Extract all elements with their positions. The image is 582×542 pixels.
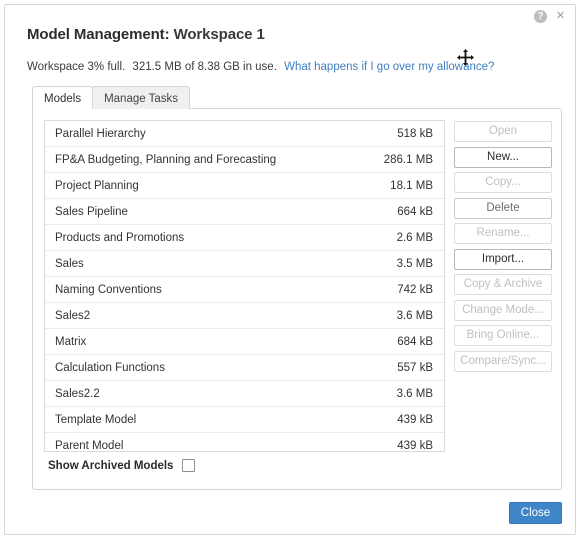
new-button[interactable]: New... [454,146,552,168]
help-icon[interactable]: ? [534,10,547,23]
close-icon[interactable]: × [554,8,567,23]
table-row[interactable]: FP&A Budgeting, Planning and Forecasting… [45,147,444,173]
table-row[interactable]: Sales 3.5 MB [45,251,444,277]
table-row[interactable]: Sales Pipeline 664 kB [45,199,444,225]
table-row[interactable]: Sales2.2 3.6 MB [45,381,444,407]
model-name: Template Model [55,413,137,426]
tab-models[interactable]: Models [32,86,94,110]
import-button[interactable]: Import... [454,248,552,270]
models-tab-panel: Parallel Hierarchy 518 kB FP&A Budgeting… [32,108,562,490]
model-name: Products and Promotions [55,231,185,244]
model-size: 18.1 MB [390,179,433,192]
model-size: 3.6 MB [396,387,433,400]
model-name: Parent Model [55,439,124,452]
model-size: 2.6 MB [396,231,433,244]
window-controls: ? × [534,8,567,23]
model-size: 518 kB [397,127,433,140]
model-name: Calculation Functions [55,361,165,374]
model-actions-panel: Open New... Copy... Delete Rename... Imp… [454,121,552,372]
bring-online-button[interactable]: Bring Online... [454,325,552,346]
model-size: 439 kB [397,413,433,426]
model-management-dialog: ? × Model Management: Workspace 1 Worksp… [4,4,576,535]
compare-sync-button[interactable]: Compare/Sync... [454,350,552,372]
tab-manage-tasks[interactable]: Manage Tasks [92,86,191,109]
model-name: Parallel Hierarchy [55,127,146,140]
usage-size-text: 321.5 MB of 8.38 GB in use. [132,61,277,73]
model-size: 742 kB [397,283,433,296]
model-name: Matrix [55,335,87,348]
tabstrip: Models Manage Tasks [32,86,191,110]
rename-button[interactable]: Rename... [454,223,552,244]
table-row[interactable]: Products and Promotions 2.6 MB [45,225,444,251]
table-row[interactable]: Project Planning 18.1 MB [45,173,444,199]
change-mode-button[interactable]: Change Mode... [454,299,552,321]
open-button[interactable]: Open [454,121,552,142]
model-name: Sales Pipeline [55,205,128,218]
model-name: Sales [55,257,84,270]
model-size: 286.1 MB [383,153,433,166]
show-archived-models-row: Show Archived Models [48,459,196,472]
page-title-workspace: Workspace 1 [173,26,265,43]
copy-button[interactable]: Copy... [454,172,552,193]
model-name: Project Planning [55,179,139,192]
delete-button[interactable]: Delete [454,197,552,219]
model-size: 664 kB [397,205,433,218]
table-row[interactable]: Naming Conventions 742 kB [45,277,444,303]
show-archived-models-checkbox[interactable] [182,459,196,472]
model-list[interactable]: Parallel Hierarchy 518 kB FP&A Budgeting… [44,120,445,452]
show-archived-models-label: Show Archived Models [48,459,174,472]
model-size: 3.5 MB [396,257,433,270]
model-name: FP&A Budgeting, Planning and Forecasting [55,153,277,166]
model-name: Sales2 [55,309,91,322]
table-row[interactable]: Parallel Hierarchy 518 kB [45,121,444,147]
copy-and-archive-button[interactable]: Copy & Archive [454,274,552,295]
table-row[interactable]: Matrix 684 kB [45,329,444,355]
page-title-prefix: Model Management: [27,26,170,43]
close-button[interactable]: Close [509,502,562,524]
model-size: 3.6 MB [396,309,433,322]
table-row[interactable]: Template Model 439 kB [45,407,444,433]
workspace-usage-line: Workspace 3% full. 321.5 MB of 8.38 GB i… [27,61,494,73]
model-name: Sales2.2 [55,387,100,400]
page-title: Model Management: Workspace 1 [27,26,265,43]
model-size: 439 kB [397,439,433,452]
model-size: 557 kB [397,361,433,374]
usage-percent-text: Workspace 3% full. [27,61,126,73]
model-size: 684 kB [397,335,433,348]
table-row[interactable]: Sales2 3.6 MB [45,303,444,329]
model-name: Naming Conventions [55,283,162,296]
table-row[interactable]: Calculation Functions 557 kB [45,355,444,381]
allowance-help-link[interactable]: What happens if I go over my allowance? [284,61,494,73]
table-row[interactable]: Parent Model 439 kB [45,433,444,452]
